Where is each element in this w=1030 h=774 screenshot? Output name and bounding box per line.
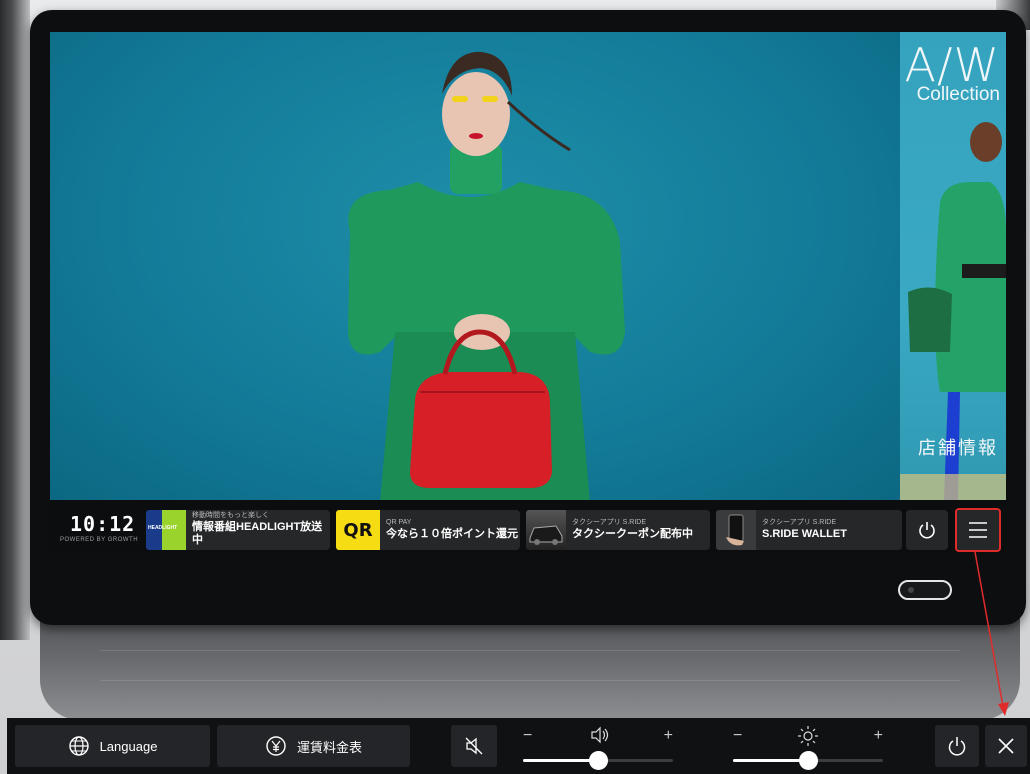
headrest-stitch xyxy=(100,680,960,681)
card-small-text: 移動時間をもっと楽しく xyxy=(192,511,269,519)
phone-thumb xyxy=(716,510,756,550)
close-button[interactable] xyxy=(985,725,1027,767)
car-interior-left xyxy=(0,0,30,640)
seat-headrest xyxy=(40,610,1020,720)
qr-pay-icon: QR xyxy=(336,510,380,550)
store-info-link[interactable]: 店舗情報 xyxy=(918,434,998,460)
status-bar: 10:12 POWERED BY GROWTH HEADLIGHT 移動時間をも… xyxy=(50,500,1006,554)
mute-button[interactable] xyxy=(451,725,497,767)
side-strip xyxy=(900,474,1006,500)
card-main-text: 今なら１０倍ポイント還元 xyxy=(386,527,518,540)
volume-slider[interactable]: − + xyxy=(523,725,673,770)
powered-by-label: POWERED BY GROWTH xyxy=(60,537,139,543)
qr-logo-text: QR xyxy=(343,519,373,541)
hamburger-menu-icon xyxy=(969,522,987,538)
ad-side-panel[interactable]: A/W Collection 店舗情報 xyxy=(900,32,1006,500)
headlight-thumb: HEADLIGHT xyxy=(146,510,186,550)
headlight-logo-text: HEADLIGHT xyxy=(148,525,178,531)
power-icon xyxy=(948,737,966,756)
brightness-slider[interactable]: − + xyxy=(733,725,883,770)
fare-table-button[interactable]: 運賃料金表 xyxy=(217,725,410,767)
menu-button[interactable] xyxy=(955,508,1001,552)
card-small-text: タクシーアプリ S.RIDE xyxy=(762,518,837,526)
language-label: Language xyxy=(99,738,158,754)
card-main-text: タクシークーポン配布中 xyxy=(572,527,693,540)
taxi-coupon-card[interactable]: タクシーアプリ S.RIDE タクシークーポン配布中 xyxy=(526,510,710,550)
globe-icon xyxy=(68,736,89,756)
taxi-thumb xyxy=(526,510,566,550)
screen-power-button[interactable] xyxy=(906,510,948,550)
volume-knob[interactable] xyxy=(589,751,608,770)
tablet-screen: A/W Collection 店舗情報 10:12 POWERED BY GRO… xyxy=(50,32,1006,554)
ad-main-image[interactable] xyxy=(50,32,900,500)
speaker-muted-icon xyxy=(465,737,483,755)
brightness-minus-button[interactable]: − xyxy=(733,727,742,745)
clock: 10:12 xyxy=(70,512,136,536)
brightness-plus-button[interactable]: + xyxy=(874,727,883,745)
volume-icon xyxy=(591,726,609,744)
headrest-stitch xyxy=(100,650,960,651)
brightness-knob[interactable] xyxy=(799,751,818,770)
camera-sensor xyxy=(898,580,952,600)
brightness-icon xyxy=(798,726,818,746)
fare-table-label: 運賃料金表 xyxy=(296,739,362,755)
card-main-text: S.RIDE WALLET xyxy=(762,527,847,540)
red-bag xyxy=(410,372,552,488)
volume-plus-button[interactable]: + xyxy=(664,727,673,745)
brightness-fill xyxy=(733,759,808,762)
card-small-text: タクシーアプリ S.RIDE xyxy=(572,518,647,526)
power-icon xyxy=(919,522,935,539)
close-icon xyxy=(998,738,1014,754)
volume-minus-button[interactable]: − xyxy=(523,727,532,745)
yen-icon xyxy=(266,736,286,756)
qr-pay-card[interactable]: QR QR PAY 今なら１０倍ポイント還元 xyxy=(336,510,520,550)
aw-subtitle: Collection xyxy=(916,84,1000,105)
sride-wallet-card[interactable]: タクシーアプリ S.RIDE S.RIDE WALLET xyxy=(716,510,902,550)
power-button[interactable] xyxy=(935,725,979,767)
phone-icon xyxy=(726,514,744,546)
card-main-text: 情報番組HEADLIGHT放送中 xyxy=(192,520,323,547)
volume-fill xyxy=(523,759,598,762)
taxi-car-icon xyxy=(529,525,563,545)
headlight-card[interactable]: HEADLIGHT 移動時間をもっと楽しく 情報番組HEADLIGHT放送中 xyxy=(146,510,330,550)
fashion-model-illustration xyxy=(348,51,625,500)
card-small-text: QR PAY xyxy=(386,518,412,526)
control-toolbar: Language 運賃料金表 − + − + xyxy=(7,718,1030,774)
language-button[interactable]: Language xyxy=(15,725,210,767)
